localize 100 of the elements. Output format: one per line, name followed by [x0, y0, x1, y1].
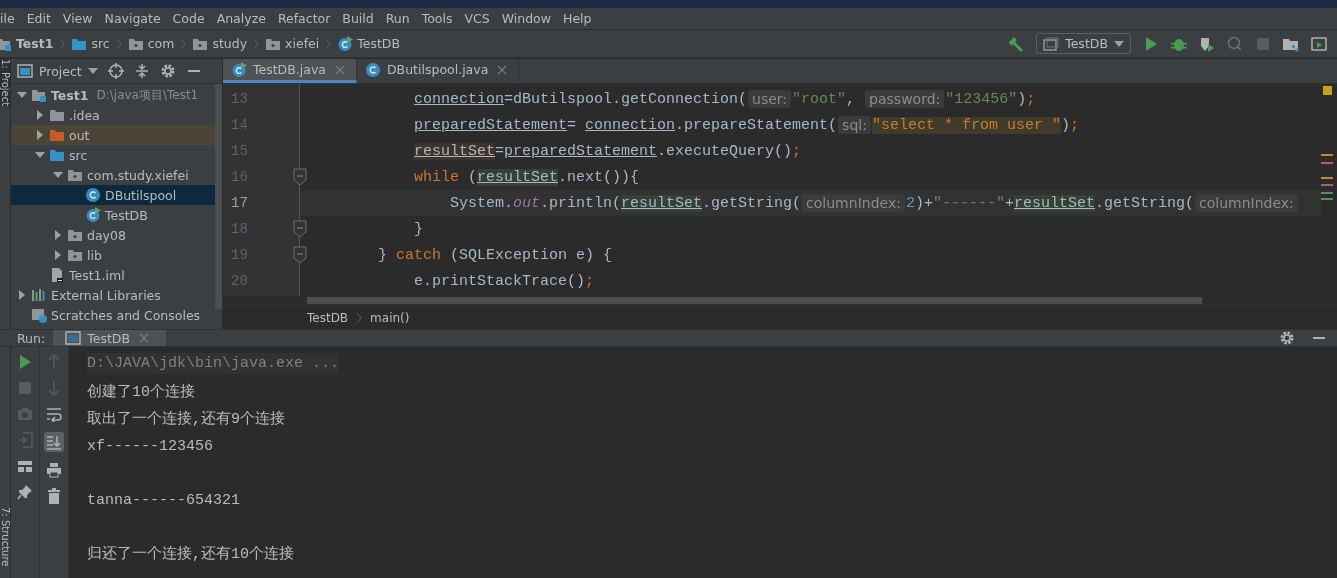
scrollbar[interactable]	[215, 84, 222, 309]
chevron-icon	[180, 37, 187, 50]
scroll-to-end-icon[interactable]	[44, 432, 64, 452]
run-configuration-dropdown[interactable]: TestDB	[1036, 33, 1131, 54]
print-icon[interactable]	[46, 462, 62, 478]
profiler-icon[interactable]	[1227, 35, 1243, 52]
project-view-dropdown[interactable]: Project	[17, 63, 98, 79]
tree-item[interactable]: DButilspool	[11, 185, 215, 205]
chevron-icon	[253, 37, 260, 50]
console-icon	[65, 331, 82, 345]
menu-item[interactable]: Edit	[20, 11, 57, 26]
class-run-icon	[231, 61, 247, 78]
collapse-arrow-icon[interactable]	[35, 150, 45, 160]
hammer-icon[interactable]	[1008, 35, 1025, 52]
code-line: while (resultSet.next()){	[413, 167, 641, 188]
console-line: 归还了一个连接,还有10个连接	[87, 544, 294, 563]
run-label: Run:	[16, 330, 47, 346]
tree-item[interactable]: lib	[11, 245, 215, 265]
run-window-icon[interactable]	[1311, 35, 1327, 52]
menu-item[interactable]: View	[56, 11, 99, 26]
settings-icon[interactable]	[159, 63, 176, 79]
menu-item[interactable]: Code	[166, 11, 211, 26]
soft-wrap-icon[interactable]	[46, 406, 62, 422]
breadcrumb-item[interactable]: Test1	[0, 35, 60, 52]
menu-item[interactable]: Navigate	[98, 11, 167, 26]
expand-arrow-icon[interactable]	[35, 110, 45, 120]
code-line: connection=dButilspool.getConnection( user: "root", password: "123456");	[413, 89, 1037, 110]
expand-arrow-icon[interactable]	[35, 130, 45, 140]
tree-item[interactable]: TestDB	[11, 205, 215, 225]
breadcrumb-item[interactable]: study	[192, 35, 254, 52]
trash-icon[interactable]	[46, 488, 62, 504]
breadcrumb-item[interactable]: src	[71, 35, 116, 52]
menu-item[interactable]: Refactor	[271, 11, 337, 26]
menu-item[interactable]: Tools	[415, 11, 459, 26]
breadcrumb-item[interactable]: TestDB	[337, 35, 407, 52]
folder-icon	[49, 127, 65, 143]
tree-item[interactable]: Test1 D:\java项目\Test1	[11, 85, 215, 105]
run-icon[interactable]	[1143, 35, 1159, 52]
console-line: 创建了10个连接	[87, 382, 195, 401]
expand-arrow-icon[interactable]	[17, 290, 27, 300]
menu-item[interactable]: Build	[336, 11, 380, 26]
line-number: 17	[231, 195, 248, 211]
menu-item[interactable]: Analyze	[210, 11, 272, 26]
crosshair-icon[interactable]	[107, 63, 124, 79]
class-run-icon	[85, 207, 101, 223]
chevron-icon	[356, 311, 363, 324]
scrollbar[interactable]	[307, 297, 1202, 304]
tree-item[interactable]: src	[11, 145, 215, 165]
menu-item[interactable]: Window	[495, 11, 557, 26]
editor-tab[interactable]: TestDB.java	[223, 59, 357, 83]
tree-item[interactable]: day08	[11, 225, 215, 245]
package-icon	[67, 247, 83, 263]
settings-icon[interactable]	[1279, 330, 1295, 346]
breadcrumb-item[interactable]: main()	[370, 310, 410, 325]
folder-icon	[49, 147, 65, 163]
breadcrumb-item[interactable]: TestDB	[307, 310, 349, 325]
tree-item[interactable]: out	[11, 125, 215, 145]
coverage-icon[interactable]	[1199, 35, 1215, 52]
code-line: preparedStatement= connection.prepareStatement( sql: "select * from user ");	[413, 115, 1080, 136]
folder-icon	[49, 107, 65, 123]
collapse-arrow-icon[interactable]	[53, 170, 63, 180]
window-icon	[1043, 36, 1060, 51]
fold-marker-icon[interactable]	[293, 220, 307, 238]
collapse-all-icon[interactable]	[133, 63, 150, 79]
caret-icon	[87, 68, 98, 74]
tree-item[interactable]: .idea	[11, 105, 215, 125]
tree-item[interactable]: Test1.iml	[11, 265, 215, 285]
class-icon	[365, 61, 381, 78]
pin-icon[interactable]	[17, 484, 33, 500]
editor-tab[interactable]: DButilspool.java	[357, 59, 520, 83]
breadcrumb-item[interactable]: xiefei	[265, 35, 326, 52]
run-icon[interactable]	[17, 354, 33, 370]
menu-item[interactable]: VCS	[458, 11, 496, 26]
console-line: tanna------654321	[87, 492, 241, 509]
window-icon	[17, 64, 33, 78]
code-line: } catch (SQLException e) {	[377, 245, 614, 266]
breadcrumb-item[interactable]: com	[127, 35, 181, 52]
chevron-icon	[115, 37, 122, 50]
libraries-icon	[31, 287, 47, 303]
package-icon	[67, 227, 83, 243]
layout-icon[interactable]	[17, 458, 33, 474]
collapse-arrow-icon[interactable]	[17, 90, 27, 100]
fold-marker-icon[interactable]	[293, 246, 307, 264]
menu-item[interactable]: ile	[0, 11, 21, 26]
module-icon	[31, 87, 47, 103]
menu-item[interactable]: Help	[557, 11, 598, 26]
class-run-icon	[337, 35, 354, 52]
code-line: resultSet=preparedStatement.executeQuery();	[413, 141, 803, 162]
menu-item[interactable]: Run	[379, 11, 416, 26]
class-icon	[85, 187, 101, 203]
expand-arrow-icon[interactable]	[53, 230, 63, 240]
chevron-icon	[325, 37, 332, 50]
package-icon	[67, 167, 83, 183]
tree-item[interactable]: External Libraries	[11, 285, 215, 305]
expand-arrow-icon[interactable]	[53, 250, 63, 260]
run-tab[interactable]: TestDB	[53, 330, 166, 346]
tree-item[interactable]: Scratches and Consoles	[11, 305, 215, 325]
tree-item[interactable]: com.study.xiefei	[11, 165, 215, 185]
code-line: }	[413, 219, 424, 240]
fold-marker-icon[interactable]	[293, 168, 307, 186]
